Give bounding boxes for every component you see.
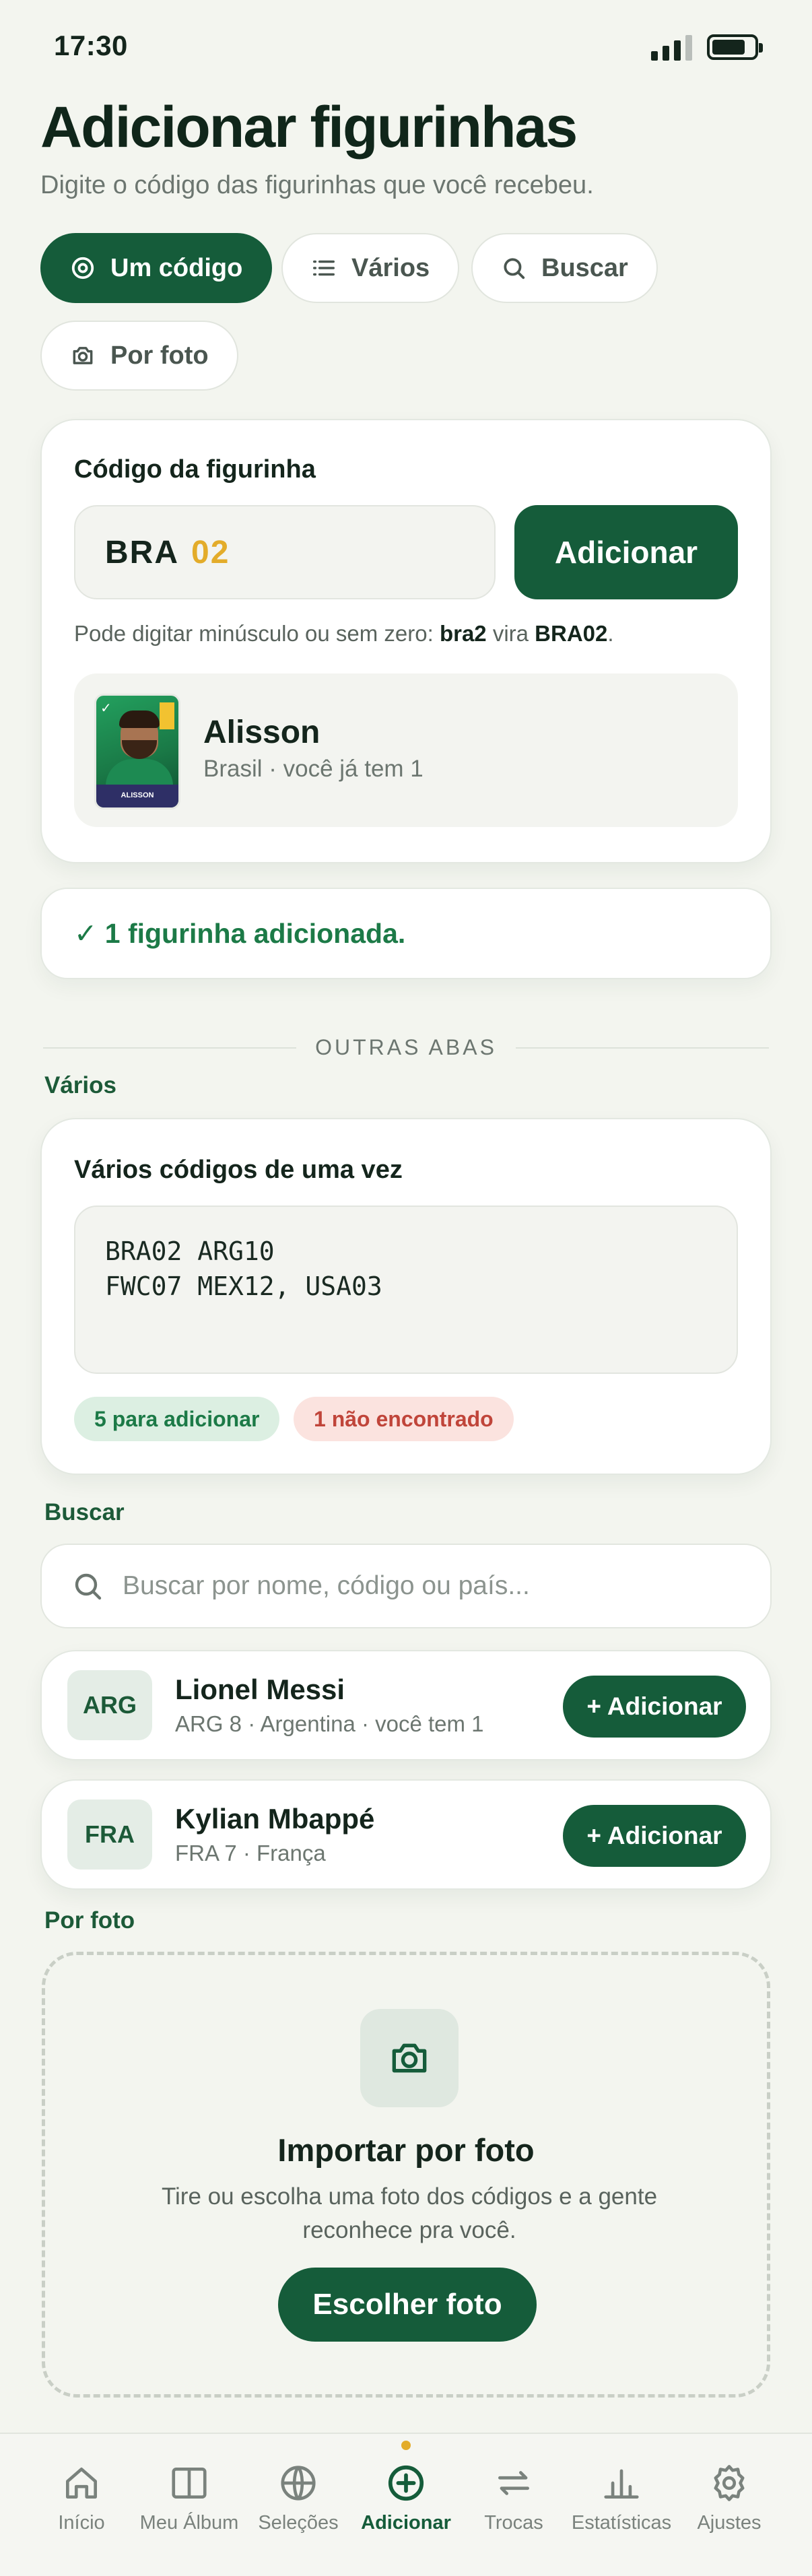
check-icon: ✓	[100, 701, 112, 716]
sticker-name: ALISSON	[121, 791, 154, 799]
code-input[interactable]: BRA 02	[74, 505, 496, 599]
nav-label: Ajustes	[697, 2512, 762, 2534]
signal-icon	[651, 34, 692, 61]
target-icon	[71, 257, 94, 279]
add-button[interactable]: Adicionar	[514, 505, 738, 599]
home-icon	[66, 2468, 97, 2499]
player-subtitle: FRA 7 · França	[175, 1841, 326, 1865]
tab-por-foto[interactable]: Por foto	[40, 321, 238, 391]
country-badge: ARG	[67, 1670, 152, 1740]
tab-label: Buscar	[541, 253, 628, 282]
status-icons	[651, 34, 763, 61]
nav-label: Adicionar	[361, 2512, 451, 2534]
section-por-foto: Por foto	[44, 1907, 135, 1934]
divider-label: OUTRAS ABAS	[315, 1035, 497, 1059]
search-placeholder: Buscar por nome, código ou país...	[123, 1571, 530, 1600]
list-icon	[313, 260, 335, 276]
nav-label: Meu Álbum	[139, 2512, 239, 2534]
code-hint: Pode digitar minúsculo ou sem zero: bra2…	[74, 621, 614, 646]
code-prefix: BRA	[105, 534, 179, 570]
choose-photo-button[interactable]: Escolher foto	[278, 2268, 537, 2342]
player-subtitle: ARG 8 · Argentina · você tem 1	[175, 1711, 484, 1736]
to-add-badge: 5 para adicionar	[74, 1397, 280, 1441]
section-divider: OUTRAS ABAS	[43, 1035, 769, 1060]
page-title: Adicionar figurinhas	[40, 95, 578, 160]
result-preview: ✓ ALISSON	[74, 673, 738, 827]
add-sticker-button[interactable]: + Adicionar	[563, 1676, 746, 1738]
globe-icon	[281, 2466, 316, 2501]
result-subtitle: Brasil · você já tem 1	[203, 756, 424, 782]
search-icon	[75, 1573, 102, 1600]
status-time: 17:30	[54, 30, 128, 61]
active-indicator-dot	[401, 2441, 411, 2450]
bar-chart-icon	[604, 2469, 639, 2499]
search-result-row: ARG Lionel Messi ARG 8 · Argentina · voc…	[40, 1650, 772, 1760]
tab-um-codigo[interactable]: Um código	[40, 233, 273, 303]
tab-varios[interactable]: Vários	[281, 233, 460, 303]
section-buscar: Buscar	[44, 1499, 125, 1525]
photo-description: Tire ou escolha uma foto dos códigos e a…	[161, 2183, 658, 2243]
tab-label: Um código	[110, 253, 243, 282]
nav-label: Trocas	[484, 2512, 543, 2534]
tab-buscar[interactable]: Buscar	[471, 233, 658, 303]
success-message: ✓ 1 figurinha adicionada.	[40, 888, 772, 979]
camera-icon	[73, 347, 93, 364]
nav-meu-album[interactable]: Meu Álbum	[139, 2457, 240, 2534]
country-badge: FRA	[67, 1799, 152, 1870]
tab-label: Por foto	[110, 341, 209, 370]
search-icon	[504, 258, 525, 279]
nav-label: Estatísticas	[571, 2512, 672, 2534]
plus-circle-icon	[388, 2465, 424, 2501]
album-icon	[172, 2468, 207, 2499]
nav-label: Início	[58, 2512, 105, 2534]
sticker-thumbnail: ✓ ALISSON	[94, 694, 180, 810]
multi-label: Vários códigos de uma vez	[74, 1156, 403, 1184]
gear-icon	[714, 2465, 745, 2501]
nav-inicio[interactable]: Início	[31, 2457, 132, 2534]
photo-import-card: Importar por foto Tire ou escolha uma fo…	[42, 1952, 770, 2398]
search-result-row: FRA Kylian Mbappé FRA 7 · França + Adici…	[40, 1779, 772, 1890]
nav-label: Seleções	[258, 2512, 339, 2534]
camera-tile	[360, 2009, 459, 2107]
player-name: Kylian Mbappé	[175, 1803, 375, 1835]
nav-adicionar[interactable]: Adicionar	[356, 2457, 456, 2534]
nav-trocas[interactable]: Trocas	[463, 2457, 564, 2534]
photo-title: Importar por foto	[277, 2132, 535, 2168]
swap-icon	[498, 2471, 529, 2495]
player-name: Lionel Messi	[175, 1674, 345, 1705]
code-number: 02	[191, 534, 230, 570]
nav-selecoes[interactable]: Seleções	[248, 2457, 349, 2534]
section-varios: Vários	[44, 1072, 116, 1098]
nav-ajustes[interactable]: Ajustes	[679, 2457, 780, 2534]
nav-estatisticas[interactable]: Estatísticas	[571, 2457, 672, 2534]
not-found-badge: 1 não encontrado	[294, 1397, 514, 1441]
result-name: Alisson	[203, 715, 320, 750]
search-input[interactable]: Buscar por nome, código ou país...	[40, 1544, 772, 1628]
camera-icon	[392, 2043, 427, 2073]
code-label: Código da figurinha	[74, 455, 316, 484]
bottom-nav: Início Meu Álbum Seleções Adicionar Troc…	[0, 2433, 812, 2576]
multi-code-textarea[interactable]: BRA02 ARG10 FWC07 MEX12, USA03	[74, 1206, 738, 1374]
page-subtitle: Digite o código das figurinhas que você …	[40, 171, 594, 199]
add-sticker-button[interactable]: + Adicionar	[563, 1805, 746, 1867]
battery-icon	[707, 34, 763, 60]
tab-label: Vários	[351, 253, 430, 282]
